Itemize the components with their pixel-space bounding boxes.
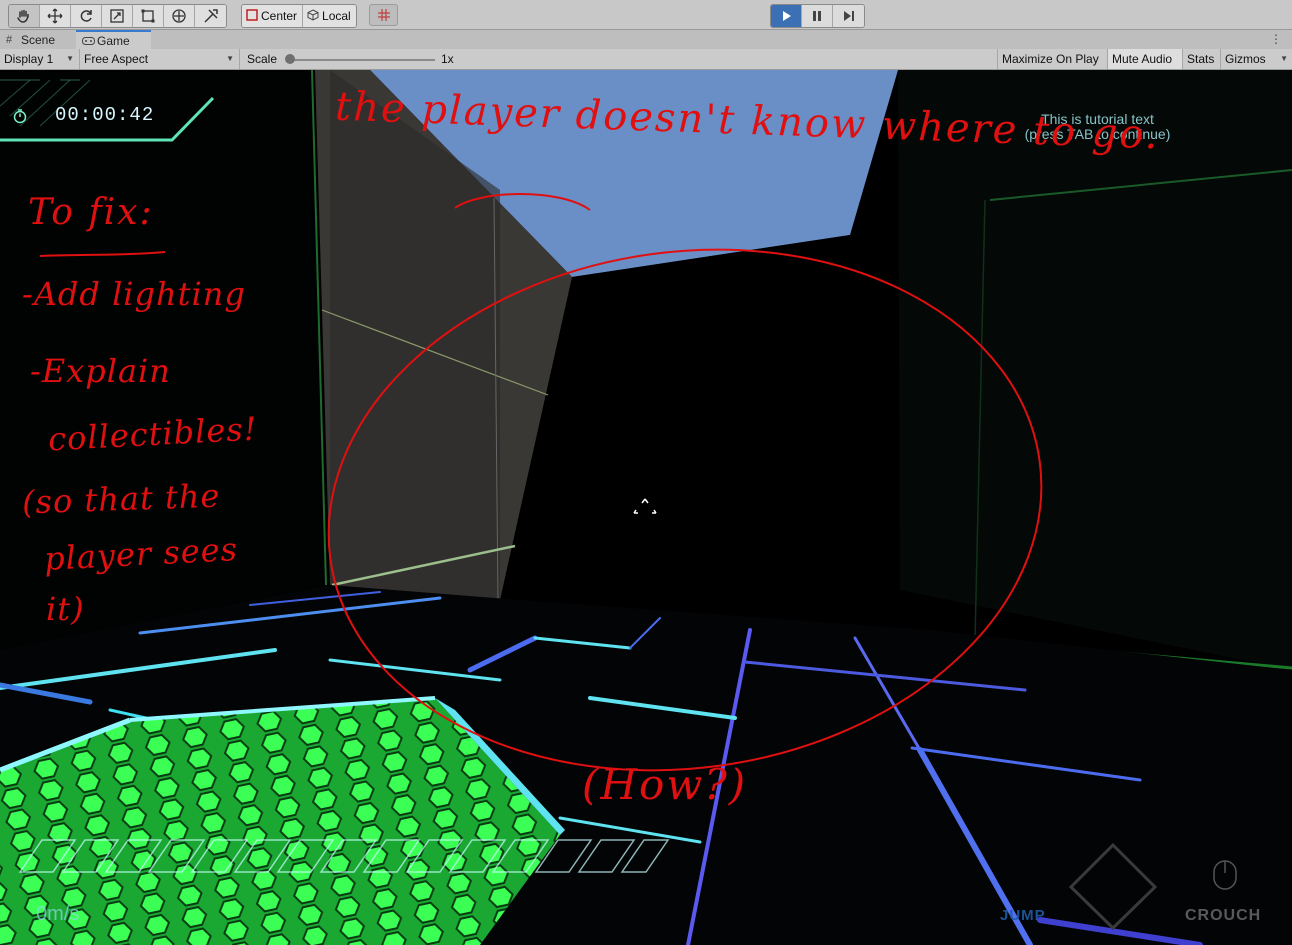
transform-tools (8, 4, 227, 28)
pivot-center-label: Center (261, 9, 298, 23)
tab-game-label: Game (97, 34, 130, 48)
pivot-local-button[interactable]: Local (303, 5, 356, 27)
display-label: Display 1 (4, 52, 54, 66)
panel-menu-icon[interactable]: ⋮ (1270, 30, 1282, 49)
scale-value: 1x (441, 52, 454, 66)
rect-icon (141, 9, 155, 23)
scene-grid-icon: # (6, 34, 13, 46)
scale-slider-thumb[interactable] (285, 54, 295, 64)
scale-label: Scale (247, 52, 278, 66)
view-tabbar: # Scene Game ⋮ (0, 30, 1292, 49)
gizmos-label: Gizmos (1225, 52, 1266, 66)
far-wall (572, 235, 930, 630)
chevron-down-icon: ▼ (1280, 54, 1288, 63)
mute-audio-button[interactable]: Mute Audio (1107, 49, 1182, 69)
tab-scene-label: Scene (21, 33, 56, 47)
chevron-down-icon: ▼ (226, 54, 234, 63)
play-button[interactable] (771, 5, 802, 27)
hand-tool-button[interactable] (9, 5, 40, 27)
tab-scene[interactable]: # Scene (0, 31, 75, 49)
gizmos-button[interactable]: Gizmos ▼ (1220, 49, 1292, 69)
tools-icon (203, 9, 218, 23)
unity-toolbar: Center Local (0, 0, 1292, 30)
annotation-how: (How?) (582, 760, 748, 809)
chevron-down-icon: ▼ (66, 54, 74, 63)
transform-icon (172, 9, 186, 23)
display-dropdown[interactable]: Display 1 ▼ (0, 49, 80, 69)
aspect-dropdown[interactable]: Free Aspect ▼ (80, 49, 240, 69)
right-wall (898, 70, 1292, 670)
cube-icon (307, 8, 319, 24)
scale-slider-track[interactable] (289, 59, 435, 61)
annotation-line: (so that the (21, 476, 221, 522)
pause-icon (813, 11, 821, 21)
transform-tool-button[interactable] (164, 5, 195, 27)
game-viewport[interactable]: 00:00:42 This is tutorial text (press TA… (0, 70, 1292, 945)
pause-button[interactable] (802, 5, 833, 27)
move-tool-button[interactable] (40, 5, 71, 27)
hand-icon (17, 9, 29, 23)
aspect-label: Free Aspect (84, 52, 149, 66)
pivot-local-label: Local (322, 9, 351, 23)
rect-tool-button[interactable] (133, 5, 164, 27)
annotation-line: -Add lighting (22, 275, 246, 313)
step-icon (843, 11, 854, 21)
game-timer: 00:00:42 (55, 104, 155, 126)
stopwatch-icon (13, 109, 27, 124)
stats-button[interactable]: Stats (1182, 49, 1220, 69)
pivot-center-button[interactable]: Center (242, 5, 304, 27)
rotate-tool-button[interactable] (71, 5, 102, 27)
pivot-icon (246, 8, 258, 24)
custom-tool-button[interactable] (195, 5, 226, 27)
tab-game[interactable]: Game (76, 30, 151, 49)
annotation-line: it) (46, 590, 85, 628)
game-view-toolbar: Display 1 ▼ Free Aspect ▼ Scale 1x Maxim… (0, 49, 1292, 70)
pivot-controls: Center Local (241, 4, 357, 28)
step-button[interactable] (833, 5, 864, 27)
grid-icon (377, 9, 390, 21)
scale-icon (110, 9, 124, 23)
play-icon (783, 11, 791, 21)
crouch-label: CROUCH (1185, 907, 1262, 924)
annotation-line: -Explain (30, 352, 171, 390)
annotation-fix-heading: To fix: (28, 192, 154, 233)
scale-tool-button[interactable] (102, 5, 133, 27)
playback-controls (770, 4, 865, 28)
jump-label: JUMP (1000, 907, 1046, 924)
grid-snap-button[interactable] (369, 4, 398, 26)
rotate-icon (80, 10, 92, 22)
maximize-on-play-button[interactable]: Maximize On Play (997, 49, 1106, 69)
speed-readout: 0m/s (36, 903, 80, 925)
move-icon (47, 8, 63, 24)
crosshair-icon (633, 498, 657, 514)
